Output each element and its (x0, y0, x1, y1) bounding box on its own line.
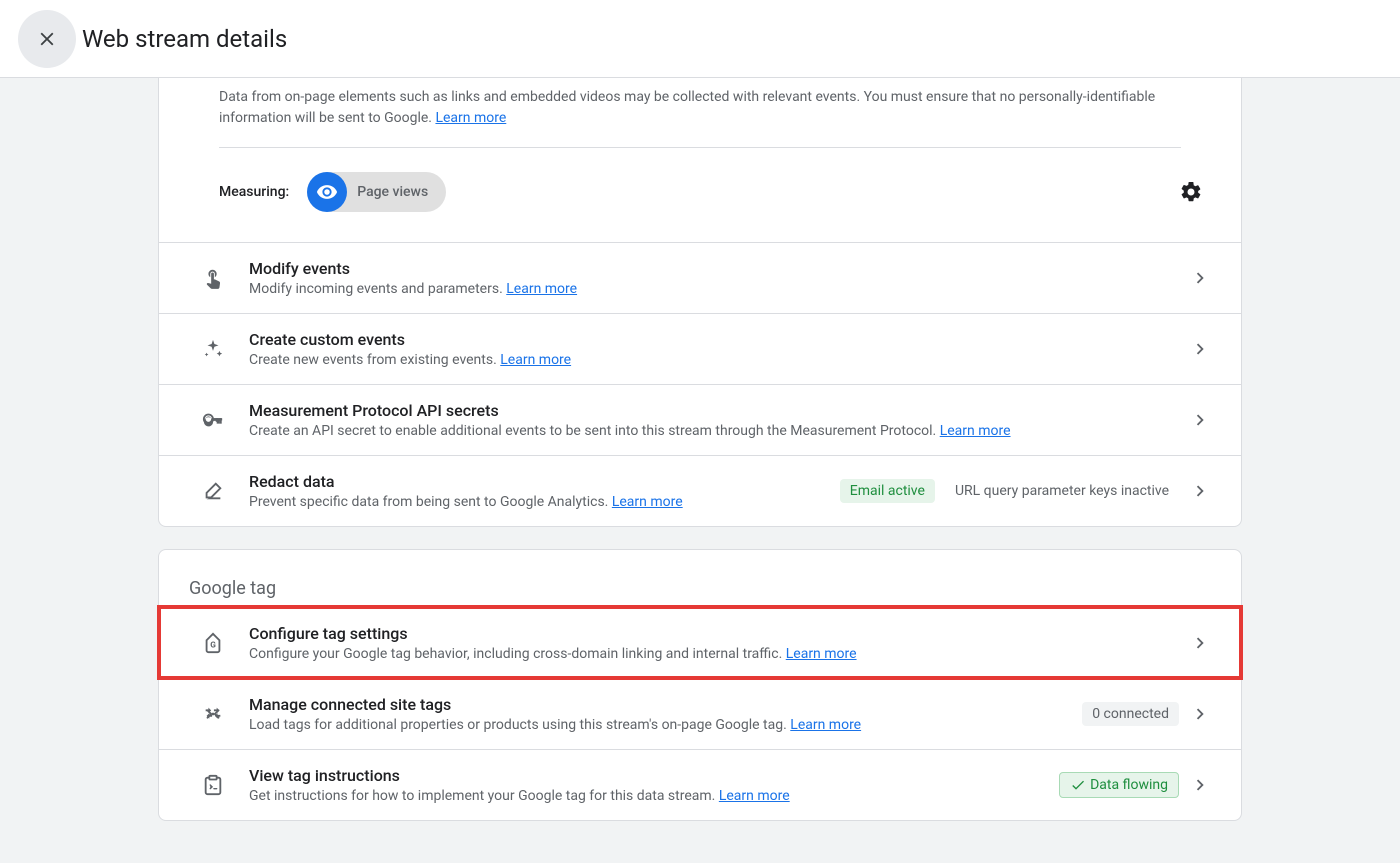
measuring-label: Measuring: (219, 184, 289, 200)
gear-icon (1179, 180, 1203, 204)
row-title: Redact data (249, 472, 840, 491)
chevron-right-icon (1189, 632, 1211, 654)
learn-more-link[interactable]: Learn more (719, 788, 790, 804)
learn-more-link[interactable]: Learn more (940, 423, 1011, 439)
key-icon (189, 409, 237, 431)
google-tag-header: Google tag (159, 550, 1241, 607)
svg-text:G: G (210, 641, 216, 651)
google-tag-card: Google tag G Configure tag settings Config… (158, 549, 1242, 821)
sparkle-icon (189, 338, 237, 360)
chevron-right-icon (1189, 480, 1211, 502)
row-title: View tag instructions (249, 766, 1059, 785)
settings-row[interactable]: Measurement Protocol API secrets Create a… (159, 384, 1241, 455)
settings-row[interactable]: Modify events Modify incoming events and … (159, 242, 1241, 313)
touch-icon (189, 267, 237, 289)
close-button[interactable] (18, 10, 76, 68)
row-title: Manage connected site tags (249, 695, 1082, 714)
status-badge: Email active (840, 479, 935, 503)
chevron-right-icon (1189, 409, 1211, 431)
settings-row[interactable]: Redact data Prevent specific data from be… (159, 455, 1241, 526)
settings-button[interactable] (1171, 172, 1211, 212)
row-title: Modify events (249, 259, 1179, 278)
row-title: Create custom events (249, 330, 1179, 349)
settings-row[interactable]: G Configure tag settings Configure your Go… (159, 607, 1241, 678)
learn-more-link[interactable]: Learn more (612, 494, 683, 510)
status-badge: 0 connected (1082, 702, 1179, 726)
row-subtitle: Prevent specific data from being sent to… (249, 494, 840, 510)
settings-row[interactable]: Manage connected site tags Load tags for … (159, 678, 1241, 749)
measuring-row: Measuring: Page views (219, 148, 1181, 242)
learn-more-link[interactable]: Learn more (786, 646, 857, 662)
chevron-right-icon (1189, 267, 1211, 289)
row-title: Configure tag settings (249, 624, 1179, 643)
status-badge: URL query parameter keys inactive (945, 479, 1179, 503)
learn-more-link[interactable]: Learn more (500, 352, 571, 368)
clipboard-icon (189, 774, 237, 796)
row-subtitle: Get instructions for how to implement yo… (249, 788, 1059, 804)
row-title: Measurement Protocol API secrets (249, 401, 1179, 420)
settings-row[interactable]: View tag instructions Get instructions fo… (159, 749, 1241, 820)
pill-label: Page views (357, 184, 428, 200)
row-subtitle: Create an API secret to enable additiona… (249, 423, 1179, 439)
eraser-icon (189, 480, 237, 502)
close-icon (36, 28, 58, 50)
row-subtitle: Create new events from existing events. … (249, 352, 1179, 368)
enhanced-measurement-card: Data from on-page elements such as links… (158, 78, 1242, 527)
status-badge: Data flowing (1059, 772, 1179, 798)
eye-icon (307, 172, 347, 212)
measuring-pill[interactable]: Page views (307, 172, 446, 212)
tag-icon: G (189, 632, 237, 654)
settings-row[interactable]: Create custom events Create new events fr… (159, 313, 1241, 384)
page-title: Web stream details (82, 25, 287, 53)
chevron-right-icon (1189, 774, 1211, 796)
chevron-right-icon (1189, 703, 1211, 725)
chevron-right-icon (1189, 338, 1211, 360)
learn-more-link[interactable]: Learn more (790, 717, 861, 733)
row-subtitle: Configure your Google tag behavior, incl… (249, 646, 1179, 662)
learn-more-link[interactable]: Learn more (506, 281, 577, 297)
enhanced-learn-more-link[interactable]: Learn more (435, 110, 506, 126)
row-subtitle: Load tags for additional properties or p… (249, 717, 1082, 733)
connect-icon (189, 703, 237, 725)
dialog-header: Web stream details (0, 0, 1400, 78)
row-subtitle: Modify incoming events and parameters. L… (249, 281, 1179, 297)
enhanced-desc: Data from on-page elements such as links… (219, 78, 1181, 147)
